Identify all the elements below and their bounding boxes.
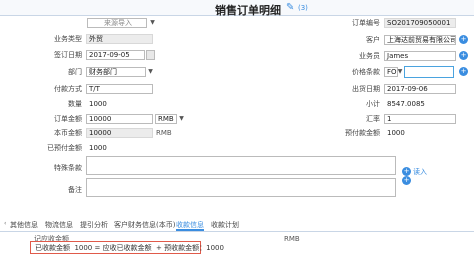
salesperson-add-icon[interactable]: + [459,51,468,60]
order-no-label: 订单编号 [352,19,380,27]
chevron-down-icon[interactable]: ▼ [177,114,186,123]
payment-label: 付款方式 [54,85,82,93]
record-count: (3) [298,4,308,12]
chevron-down-icon[interactable]: ▼ [146,67,155,76]
customer-label: 客户 [366,36,380,44]
salesperson-label: 业务员 [359,52,380,60]
special-terms-label: 特殊条款 [54,164,82,172]
source-import-label: 来源导入 [104,19,132,27]
read-in-icon[interactable]: + [402,167,411,176]
read-in-link[interactable]: 读入 [413,167,427,177]
department-label: 部门 [68,68,82,76]
edit-icon[interactable]: ✎ [286,2,297,13]
quantity-label: 数量 [68,100,82,108]
order-amount-field[interactable]: 10000 [86,114,153,124]
chevron-down-icon[interactable]: ▼ [397,67,403,76]
business-type-field: 外贸 [86,34,153,44]
tab-logistics-info[interactable]: 物流信息 [45,219,73,231]
tab-scroll-left-icon[interactable]: ‹ [4,221,8,227]
quantity-value: 1000 [89,100,107,108]
price-terms-add-icon[interactable]: + [459,67,468,76]
salesperson-field[interactable]: James [384,51,456,61]
chevron-down-icon[interactable]: ▼ [148,18,157,27]
calendar-icon[interactable] [146,50,155,60]
price-terms-field[interactable]: FOI [384,67,398,77]
customer-field[interactable]: 上海达前贸易有限公司 [384,35,456,45]
department-field[interactable]: 财务部门 [86,67,146,77]
sign-date-label: 签订日期 [54,51,82,59]
page-title: 销售订单明细 [215,4,281,17]
subtotal-value: 8547.0085 [387,100,425,108]
source-import-dropdown[interactable]: 来源导入 [87,18,147,28]
tab-analysis[interactable]: 提引分析 [80,219,108,231]
exchange-rate-field[interactable]: 1 [384,114,456,124]
special-terms-textarea[interactable] [86,156,396,175]
prepaid-value: 1000 [89,144,107,152]
exchange-rate-label: 汇率 [366,115,380,123]
tab-customer-finance[interactable]: 客户财务信息(本币) [114,219,175,231]
order-amount-label: 订单金额 [54,115,82,123]
ship-date-label: 出货日期 [352,85,380,93]
ship-date-field[interactable]: 2017-09-06 [384,84,456,94]
local-amount-field: 10000 [86,128,153,138]
prepaid-amount-label: 预付款金额 [345,129,380,137]
subtotal-label: 小计 [366,100,380,108]
tab-collection-info[interactable]: 收款信息 [176,219,204,231]
price-terms-extra-input[interactable] [404,66,454,78]
remarks-label: 备注 [68,186,82,194]
prepaid-amount-value: 1000 [387,129,405,137]
recorded-receivable-unit: RMB [284,235,300,243]
order-no-field: SO201709050001 [384,18,456,28]
payment-field[interactable]: T/T [86,84,153,94]
remarks-add-icon[interactable]: + [402,176,411,185]
tab-collection-plan[interactable]: 收款计划 [211,219,239,231]
collection-hint-text: 已收款金额 1000 = 应收已收款金额 + 预收款金额：1000 [35,244,224,252]
business-type-label: 业务类型 [54,35,82,43]
currency-select[interactable]: RMB [155,114,177,124]
prepaid-label: 已预付金额 [47,144,82,152]
price-terms-label: 价格条款 [352,68,380,76]
sign-date-field[interactable]: 2017-09-05 [86,50,145,60]
remarks-textarea[interactable] [86,178,396,197]
local-currency-unit: RMB [156,129,172,137]
customer-add-icon[interactable]: + [459,35,468,44]
tab-other-info[interactable]: 其他信息 [10,219,38,231]
local-amount-label: 本币金额 [54,129,82,137]
